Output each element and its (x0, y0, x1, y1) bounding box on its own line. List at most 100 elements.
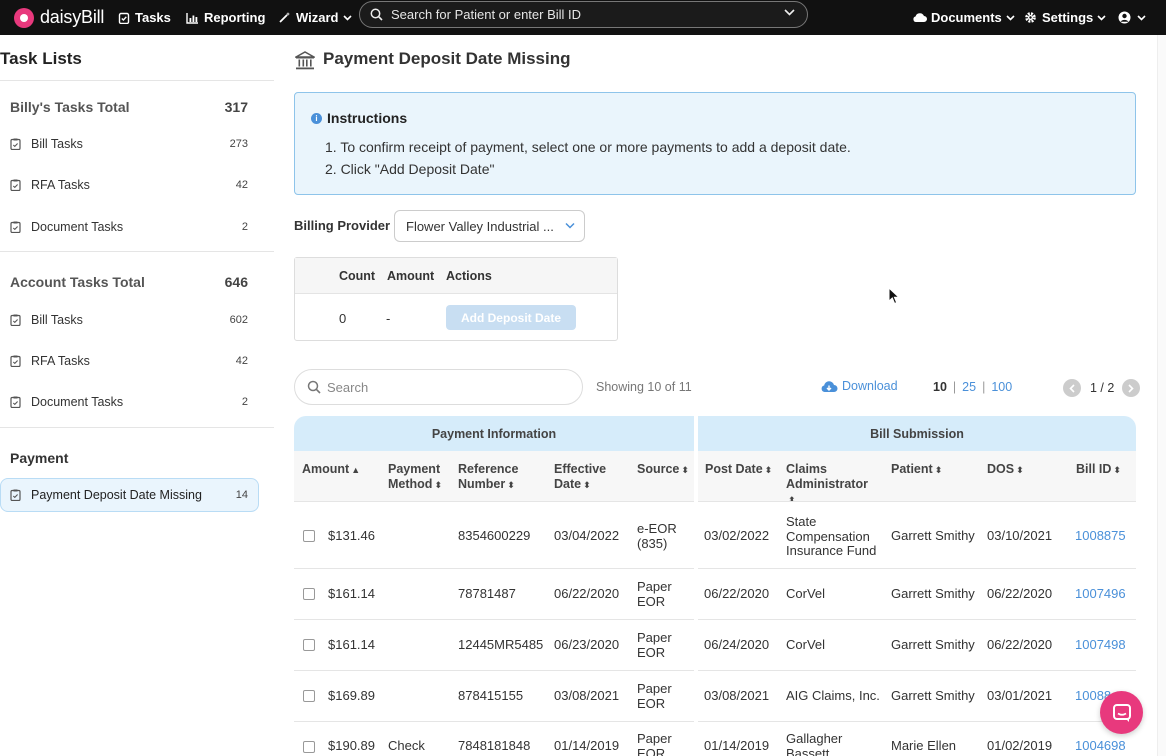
clipboard-icon (10, 179, 21, 191)
col-source[interactable]: Source ⬍ (637, 462, 689, 478)
nav-settings[interactable]: Settings (1024, 0, 1106, 35)
sort-icon: ⬍ (434, 480, 442, 490)
sidebar-item-account-bill-tasks[interactable]: Bill Tasks 602 (10, 313, 248, 327)
sidebar-item-count: 273 (229, 138, 248, 150)
col-effective-date-label: Effective Date (554, 462, 607, 491)
summary-header-actions: Actions (446, 269, 492, 283)
row-checkbox[interactable] (303, 588, 315, 600)
group-count: 317 (224, 99, 248, 115)
user-avatar-icon (1118, 11, 1131, 24)
download-button[interactable]: Download (820, 379, 898, 393)
col-amount-label: Amount (302, 462, 350, 476)
table-search-input[interactable] (327, 379, 557, 395)
cell-amount: $131.46 (328, 528, 375, 543)
page-size-10[interactable]: 10 (933, 380, 947, 394)
row-checkbox[interactable] (303, 639, 315, 651)
chat-launcher-button[interactable] (1100, 691, 1143, 734)
cell-post-date: 01/14/2019 (704, 738, 770, 753)
top-navbar: daisyBill Tasks Reporting Wizard Search … (0, 0, 1166, 35)
column-group-divider (694, 416, 698, 756)
nav-tasks[interactable]: Tasks (118, 0, 171, 35)
cell-amount: $161.14 (328, 586, 375, 601)
cell-claims-administrator: Gallagher Bassett (786, 731, 843, 756)
sidebar-item-account-document-tasks[interactable]: Document Tasks 2 (10, 395, 248, 409)
cell-dos: 03/10/2021 (987, 528, 1053, 543)
chevron-down-icon (1097, 14, 1106, 21)
sidebar-item-bill-tasks[interactable]: Bill Tasks 273 (10, 137, 248, 151)
instruction-line: 1. To confirm receipt of payment, select… (325, 139, 851, 155)
prev-page-button[interactable] (1063, 379, 1081, 397)
table-search[interactable] (294, 369, 583, 405)
sidebar-item-document-tasks[interactable]: Document Tasks 2 (10, 220, 248, 234)
summary-header-amount: Amount (387, 269, 435, 283)
row-checkbox[interactable] (303, 530, 315, 542)
cell-amount: $169.89 (328, 688, 375, 703)
row-checkbox[interactable] (303, 741, 315, 753)
col-post-date[interactable]: Post Date ⬍ (705, 462, 772, 478)
cell-effective-date: 03/08/2021 (554, 688, 620, 703)
user-menu[interactable] (1118, 0, 1146, 35)
bill-id-link[interactable]: 1008875 (1075, 528, 1126, 544)
chat-icon (1112, 703, 1131, 722)
billing-provider-select[interactable]: Flower Valley Industrial ... (394, 210, 585, 242)
col-amount[interactable]: Amount ▲ (302, 462, 360, 478)
col-reference-number[interactable]: Reference Number ⬍ (458, 462, 524, 493)
cell-effective-date: 06/22/2020 (554, 586, 620, 601)
scrollbar[interactable] (1157, 35, 1166, 756)
global-search-placeholder: Search for Patient or enter Bill ID (391, 7, 582, 22)
mouse-cursor-icon (888, 287, 900, 305)
divider (0, 80, 274, 81)
col-bill-id-label: Bill ID (1076, 462, 1112, 476)
cell-reference-number: 878415155 (458, 688, 524, 703)
col-bill-id[interactable]: Bill ID ⬍ (1076, 462, 1121, 478)
instruction-line: 2. Click "Add Deposit Date" (325, 161, 495, 177)
logo-text: daisyBill (40, 7, 105, 27)
sort-icon: ⬍ (934, 465, 943, 475)
daisybill-logo[interactable]: daisyBill (14, 0, 104, 35)
group-label: Billy's Tasks Total (10, 99, 130, 115)
col-claims-administrator-label: Claims Administrator (786, 462, 868, 491)
cell-source: Paper EOR (637, 731, 672, 756)
bill-id-link[interactable]: 1007496 (1075, 586, 1126, 602)
chevron-down-icon (565, 222, 575, 229)
deposit-summary-table: Count Amount Actions 0 - Add Deposit Dat… (294, 257, 618, 341)
sidebar-item-count: 2 (241, 396, 248, 408)
sidebar-item-rfa-tasks[interactable]: RFA Tasks 42 (10, 178, 248, 192)
group-payment[interactable]: Payment (10, 450, 248, 466)
col-patient-label: Patient (891, 462, 933, 476)
group-billys-tasks[interactable]: Billy's Tasks Total 317 (10, 99, 248, 115)
cell-patient: Garrett Smithy (891, 528, 975, 543)
bill-id-link[interactable]: 1007498 (1075, 637, 1126, 653)
col-payment-method[interactable]: Payment Method ⬍ (388, 462, 448, 493)
sort-icon: ⬍ (1016, 465, 1024, 475)
row-checkbox[interactable] (303, 690, 315, 702)
clipboard-icon (10, 396, 21, 408)
sidebar-item-payment-deposit-date-missing[interactable]: Payment Deposit Date Missing 14 (10, 488, 248, 502)
page-size-25[interactable]: 25 (962, 380, 976, 394)
nav-documents[interactable]: Documents (912, 0, 1015, 35)
add-deposit-date-button[interactable]: Add Deposit Date (446, 305, 576, 330)
sidebar-item-label: Payment Deposit Date Missing (31, 488, 202, 502)
next-page-button[interactable] (1122, 379, 1141, 397)
bill-id-link[interactable]: 1004698 (1075, 738, 1126, 754)
nav-wizard[interactable]: Wizard (278, 0, 352, 35)
chevron-down-icon[interactable] (784, 9, 795, 16)
page-indicator: 1 / 2 (1090, 381, 1115, 395)
cell-source: Paper EOR (637, 579, 672, 609)
col-patient[interactable]: Patient ⬍ (891, 462, 942, 478)
page-title: Payment Deposit Date Missing (323, 49, 571, 68)
sidebar-item-account-rfa-tasks[interactable]: RFA Tasks 42 (10, 354, 248, 368)
sort-asc-icon: ▲ (351, 465, 361, 475)
group-label: Payment (10, 450, 69, 466)
global-search-bar[interactable]: Search for Patient or enter Bill ID (359, 1, 808, 28)
sidebar-item-label: Bill Tasks (31, 137, 83, 151)
group-account-tasks[interactable]: Account Tasks Total 646 (10, 274, 248, 290)
col-dos[interactable]: DOS ⬍ (987, 462, 1024, 478)
clipboard-icon (10, 221, 21, 233)
nav-reporting[interactable]: Reporting (186, 0, 265, 35)
cell-patient: Marie Ellen (891, 738, 957, 753)
group-header-payment-information: Payment Information (294, 416, 694, 451)
page-size-100[interactable]: 100 (991, 380, 1012, 394)
sidebar-item-label: Document Tasks (31, 220, 124, 234)
col-effective-date[interactable]: Effective Date ⬍ (554, 462, 610, 493)
